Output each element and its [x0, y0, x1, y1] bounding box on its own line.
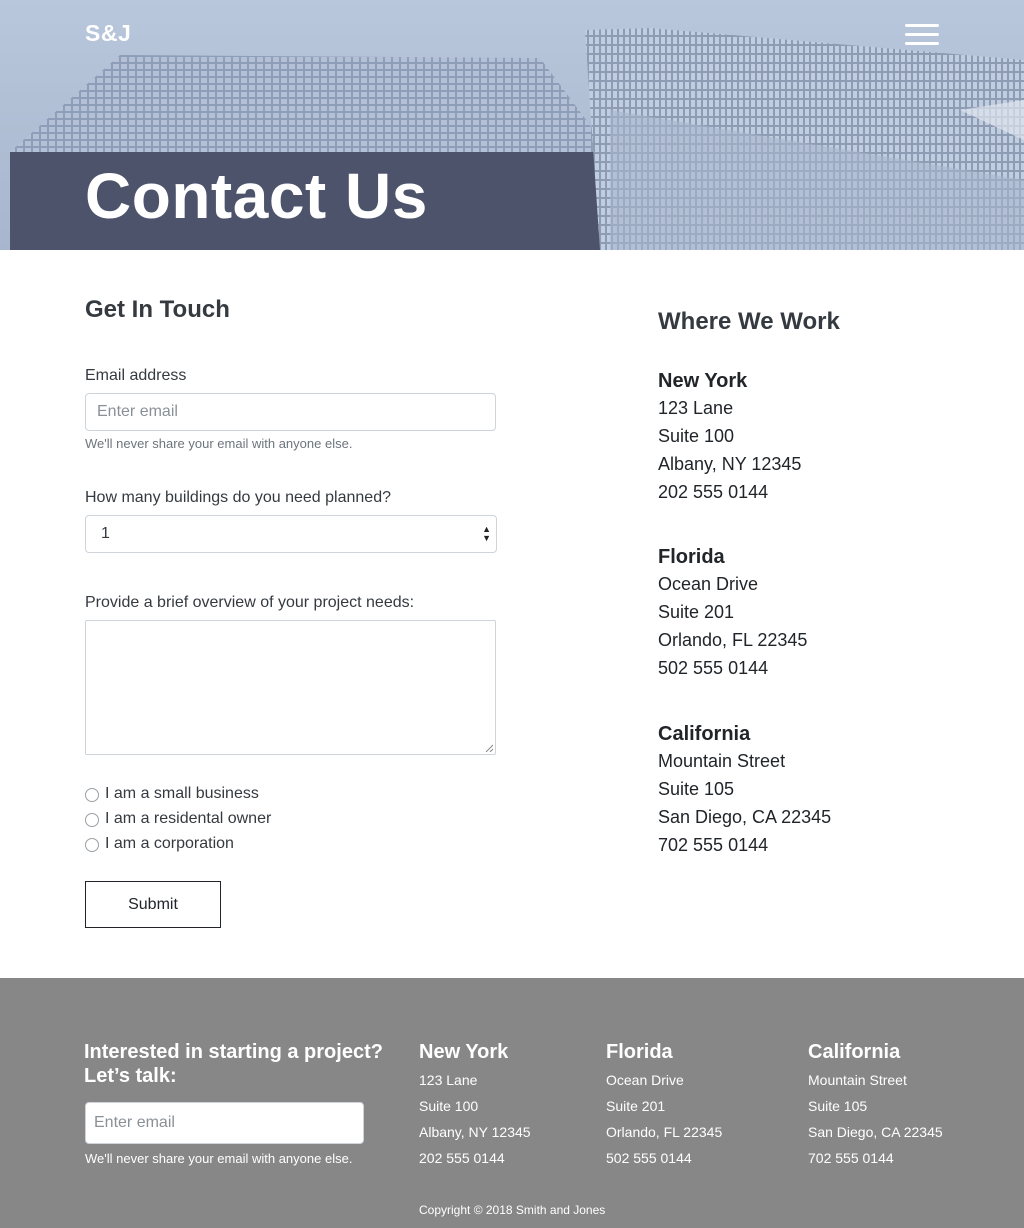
footer-cta-heading: Interested in starting a project? Let’s …: [84, 1041, 383, 1087]
menu-bar: [905, 24, 939, 27]
footer-office-street: 123 Lane: [419, 1072, 478, 1088]
office-street: Mountain Street: [658, 751, 786, 771]
radio-label: I am a small business: [105, 785, 259, 802]
footer-office-city: California: [808, 1041, 901, 1063]
office-phone: 202 555 0144: [658, 482, 769, 502]
brand-logo[interactable]: S&J: [85, 20, 131, 47]
hero-banner: S&J Contact Us: [0, 0, 1024, 250]
radio-circle-icon[interactable]: [85, 788, 99, 802]
footer: Interested in starting a project? Let’s …: [0, 978, 1024, 1228]
footer-office-suite: Suite 201: [606, 1098, 666, 1114]
office-suite: Suite 105: [658, 779, 735, 799]
email-label: Email address: [85, 367, 187, 384]
footer-office-citystate: Albany, NY 12345: [419, 1124, 531, 1140]
office-phone: 702 555 0144: [658, 835, 769, 855]
footer-office-suite: Suite 105: [808, 1098, 868, 1114]
radio-circle-icon[interactable]: [85, 813, 99, 827]
buildings-label: How many buildings do you need planned?: [85, 489, 391, 506]
office-street: 123 Lane: [658, 398, 734, 418]
radio-circle-icon[interactable]: [85, 838, 99, 852]
office-street: Ocean Drive: [658, 574, 759, 594]
offices-heading: Where We Work: [658, 308, 840, 335]
radio-label: I am a residental owner: [105, 810, 272, 827]
buildings-select-value: 1: [101, 525, 110, 542]
footer-office-citystate: Orlando, FL 22345: [606, 1124, 723, 1140]
overview-label: Provide a brief overview of your project…: [85, 594, 415, 611]
menu-bar: [905, 42, 939, 45]
email-help-text: We'll never share your email with anyone…: [85, 436, 353, 451]
resize-handle-icon[interactable]: [485, 744, 493, 752]
footer-office-city: Florida: [606, 1041, 673, 1063]
footer-office-street: Mountain Street: [808, 1072, 907, 1088]
office-suite: Suite 100: [658, 426, 735, 446]
footer-office-city: New York: [419, 1041, 509, 1063]
office-city: New York: [658, 370, 748, 392]
menu-bar: [905, 33, 939, 36]
overview-textarea[interactable]: [85, 620, 496, 755]
office-citystate: Albany, NY 12345: [658, 454, 802, 474]
form-heading: Get In Touch: [85, 296, 230, 323]
submit-button[interactable]: Submit: [85, 881, 221, 928]
footer-office-phone: 502 555 0144: [606, 1150, 692, 1166]
office-suite: Suite 201: [658, 602, 735, 622]
footer-office-suite: Suite 100: [419, 1098, 479, 1114]
office-citystate: Orlando, FL 22345: [658, 630, 808, 650]
radio-label: I am a corporation: [105, 835, 234, 852]
select-arrows-icon: ▲ ▼: [482, 524, 491, 543]
email-input[interactable]: [85, 393, 496, 431]
office-city: Florida: [658, 546, 725, 568]
hamburger-menu-icon[interactable]: [905, 24, 939, 46]
office-citystate: San Diego, CA 22345: [658, 807, 832, 827]
footer-office-phone: 702 555 0144: [808, 1150, 894, 1166]
footer-email-help-text: We'll never share your email with anyone…: [85, 1151, 353, 1166]
footer-office-phone: 202 555 0144: [419, 1150, 505, 1166]
page-title: Contact Us: [85, 160, 428, 232]
copyright-text: Copyright © 2018 Smith and Jones: [419, 1203, 606, 1217]
footer-office-street: Ocean Drive: [606, 1072, 684, 1088]
footer-email-input[interactable]: [85, 1102, 364, 1144]
buildings-select[interactable]: 1 ▲ ▼: [85, 515, 497, 553]
office-phone: 502 555 0144: [658, 658, 769, 678]
office-city: California: [658, 723, 751, 745]
footer-office-citystate: San Diego, CA 22345: [808, 1124, 943, 1140]
